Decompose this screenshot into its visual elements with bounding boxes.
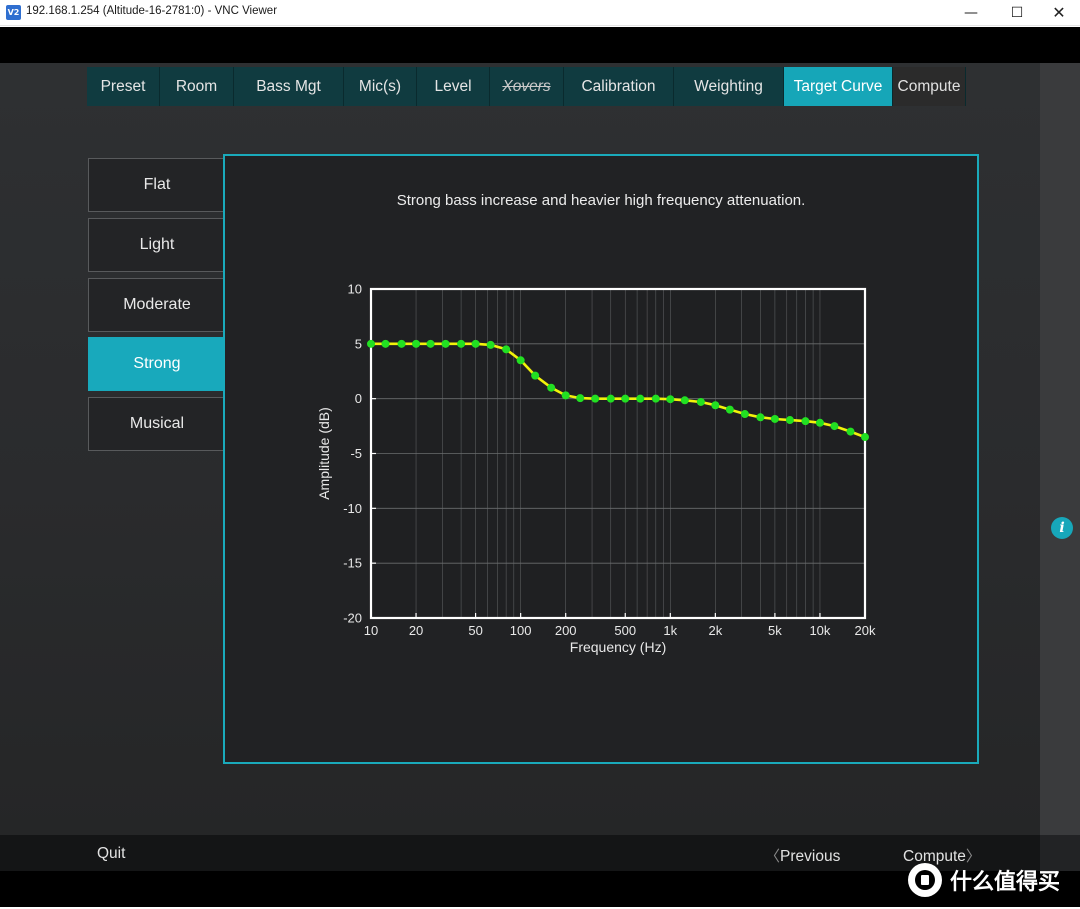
tab-xovers[interactable]: Xovers xyxy=(490,67,564,106)
y-tick-label: -15 xyxy=(343,556,362,571)
curve-point xyxy=(457,339,466,348)
vnc-app-icon: V2 xyxy=(6,5,21,20)
x-tick-label: 10 xyxy=(364,623,378,638)
curve-point xyxy=(636,394,645,403)
y-tick-label: -20 xyxy=(343,611,362,626)
curve-point xyxy=(711,401,720,410)
tab-target-curve[interactable]: Target Curve xyxy=(784,67,893,106)
window-title: 192.168.1.254 (Altitude-16-2781:0) - VNC… xyxy=(26,5,278,17)
preset-musical[interactable]: Musical xyxy=(88,397,226,451)
y-tick-label: 0 xyxy=(355,391,362,406)
curve-point xyxy=(725,405,734,414)
curve-point xyxy=(531,371,540,380)
curve-point xyxy=(516,356,525,365)
x-tick-label: 50 xyxy=(468,623,482,638)
curve-point xyxy=(547,383,556,392)
x-tick-label: 2k xyxy=(708,623,722,638)
curve-point xyxy=(651,394,660,403)
curve-point xyxy=(666,395,675,404)
curve-point xyxy=(801,417,810,426)
watermark-text: 什么值得买 xyxy=(950,870,1061,895)
x-tick-label: 100 xyxy=(510,623,532,638)
y-tick-label: 5 xyxy=(355,336,362,351)
curve-point xyxy=(606,394,615,403)
tab-level[interactable]: Level xyxy=(417,67,490,106)
curve-point xyxy=(680,396,689,405)
window-titlebar: V2 192.168.1.254 (Altitude-16-2781:0) - … xyxy=(0,0,1080,26)
preset-moderate[interactable]: Moderate xyxy=(88,278,226,332)
target-curve-chart: 10 20 50 100 200 500 1k 2k 5k 10k 20k1050-5-10-15-… xyxy=(316,282,876,656)
x-tick-label: 5k xyxy=(768,623,782,638)
curve-point xyxy=(621,394,630,403)
curve-point xyxy=(576,394,585,403)
maximize-button[interactable]: ☐ xyxy=(994,0,1040,26)
watermark: 什么值得买 xyxy=(908,862,1060,898)
y-tick-label: -10 xyxy=(343,501,362,516)
curve-point xyxy=(696,397,705,406)
info-icon[interactable]: i xyxy=(1051,517,1073,539)
curve-point xyxy=(471,339,480,348)
curve-point xyxy=(830,422,839,431)
preset-strong[interactable]: Strong xyxy=(88,337,226,391)
tab-weighting[interactable]: Weighting xyxy=(674,67,784,106)
curve-point xyxy=(785,416,794,425)
tab-compute[interactable]: Compute xyxy=(893,67,966,106)
curve-point xyxy=(861,433,869,442)
curve-point xyxy=(381,339,390,348)
target-curve-panel: Strong bass increase and heavier high fr… xyxy=(223,154,979,764)
x-tick-label: 200 xyxy=(555,623,577,638)
curve-point xyxy=(846,427,855,436)
tab-mics[interactable]: Mic(s) xyxy=(344,67,417,106)
curve-point xyxy=(426,339,435,348)
curve-point xyxy=(486,340,495,349)
y-tick-label: 10 xyxy=(348,282,362,297)
bottom-bar xyxy=(0,835,1040,871)
curve-point xyxy=(561,391,570,400)
tab-bass-mgt[interactable]: Bass Mgt xyxy=(234,67,344,106)
x-tick-label: 20 xyxy=(409,623,423,638)
chevron-left-icon: 〈 xyxy=(765,848,781,865)
preset-flat[interactable]: Flat xyxy=(88,158,226,212)
x-tick-label: 1k xyxy=(663,623,677,638)
quit-button[interactable]: Quit xyxy=(97,845,125,863)
x-axis-title: Frequency (Hz) xyxy=(570,639,666,655)
minimize-button[interactable]: — xyxy=(948,0,994,26)
x-tick-label: 10k xyxy=(809,623,830,638)
tab-preset[interactable]: Preset xyxy=(87,67,160,106)
curve-point xyxy=(441,339,450,348)
x-tick-label: 20k xyxy=(855,623,876,638)
curve-point xyxy=(502,345,511,354)
curve-point xyxy=(397,339,406,348)
curve-point xyxy=(367,339,375,348)
y-axis-title: Amplitude (dB) xyxy=(316,407,332,500)
curve-point xyxy=(815,418,824,427)
watermark-logo-icon xyxy=(908,863,942,897)
x-tick-label: 500 xyxy=(614,623,636,638)
wizard-tab-bar: Preset Room Bass Mgt Mic(s) Level Xovers… xyxy=(87,67,966,106)
tab-room[interactable]: Room xyxy=(160,67,234,106)
close-button[interactable]: ✕ xyxy=(1036,0,1080,26)
tab-calibration[interactable]: Calibration xyxy=(564,67,674,106)
curve-point xyxy=(412,339,421,348)
y-tick-label: -5 xyxy=(350,446,362,461)
curve-point xyxy=(591,394,600,403)
vnc-remote-screen: Preset Room Bass Mgt Mic(s) Level Xovers… xyxy=(0,27,1080,907)
preset-light[interactable]: Light xyxy=(88,218,226,272)
previous-label: Previous xyxy=(780,848,841,865)
curve-point xyxy=(740,410,749,419)
curve-point xyxy=(770,414,779,423)
curve-point xyxy=(756,413,765,422)
previous-button[interactable]: 〈Previous xyxy=(765,845,840,866)
